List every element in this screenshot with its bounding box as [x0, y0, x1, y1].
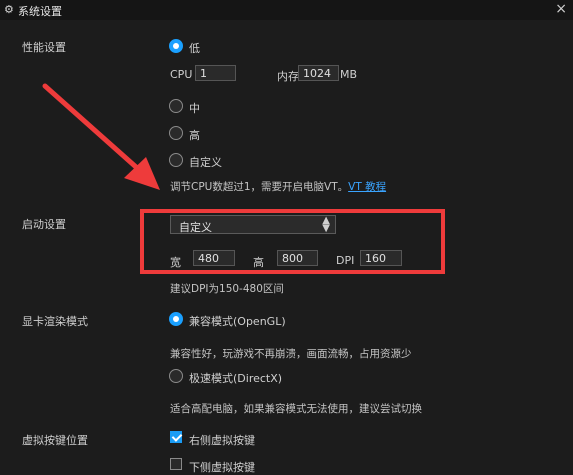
- annotation-highlight-box: [140, 209, 445, 274]
- annotation-arrow-shaft: [42, 83, 148, 178]
